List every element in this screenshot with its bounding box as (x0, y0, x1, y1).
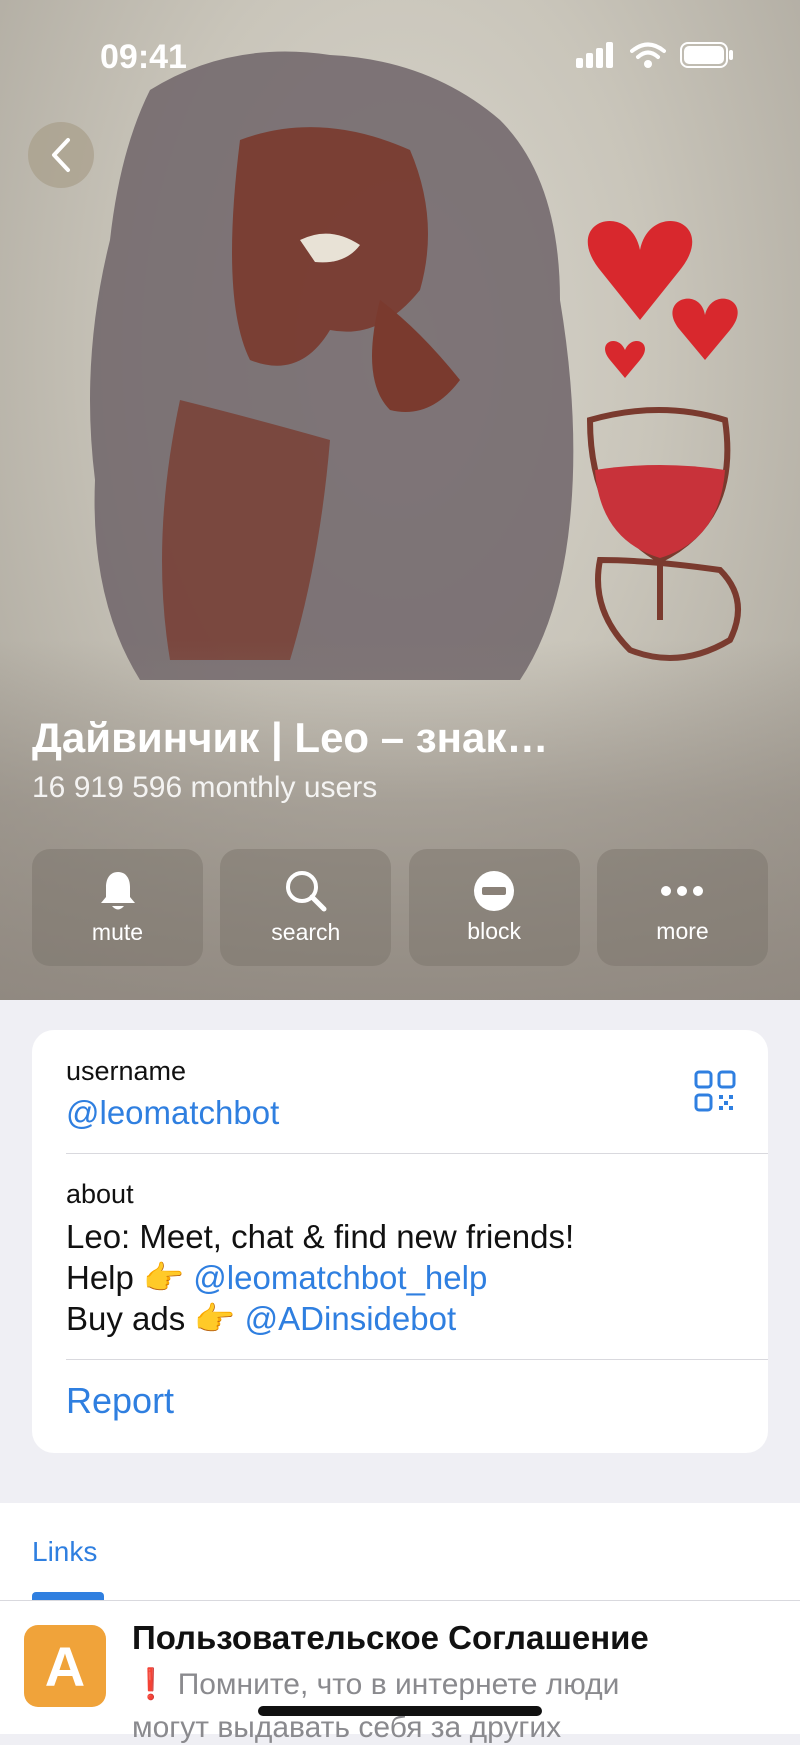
wifi-icon (630, 42, 666, 68)
tab-indicator (32, 1592, 104, 1600)
tab-links[interactable]: Links (32, 1536, 97, 1568)
profile-header: 09:41 Дайвинчик | Leo – знак… 16 919 596… (0, 0, 800, 1000)
status-time: 09:41 (100, 38, 187, 76)
help-bot-link[interactable]: @leomatchbot_help (193, 1259, 487, 1296)
divider (66, 1359, 768, 1360)
qr-code-button[interactable] (694, 1070, 736, 1117)
divider (0, 1600, 800, 1601)
username-label: username (66, 1056, 187, 1086)
link-item-desc: ❗ Помните, что в интернете люди (132, 1668, 620, 1701)
home-indicator (258, 1706, 542, 1716)
more-button[interactable]: more (596, 849, 768, 966)
status-icons (576, 42, 734, 68)
battery-icon (680, 42, 733, 68)
block-icon (474, 871, 515, 911)
about-help-prefix: Help 👉 (66, 1259, 194, 1296)
link-item-desc-2: могут выдавать себя за других (132, 1711, 562, 1744)
link-item-icon: A (24, 1625, 106, 1707)
about-line-3: Buy ads 👉 @ADinsidebot (66, 1300, 456, 1339)
report-button[interactable]: Report (66, 1380, 174, 1422)
block-label: block (467, 918, 521, 944)
chevron-left-icon (52, 138, 70, 172)
ads-bot-link[interactable]: @ADinsidebot (245, 1300, 456, 1337)
profile-title: Дайвинчик | Leo – знак… (32, 714, 549, 761)
username-link[interactable]: @leomatchbot (66, 1094, 279, 1132)
action-bar: mute search block more (32, 849, 768, 966)
more-label: more (656, 918, 709, 944)
back-button[interactable] (28, 122, 94, 188)
signal-icon (576, 42, 613, 68)
info-card: username @leomatchbot about Leo: Meet, c… (32, 1030, 768, 1453)
search-label: search (271, 919, 341, 945)
about-line-2: Help 👉 @leomatchbot_help (66, 1259, 487, 1298)
search-button[interactable]: search (220, 849, 392, 966)
more-icon (661, 886, 704, 896)
about-line-1: Leo: Meet, chat & find new friends! (66, 1218, 575, 1255)
about-label: about (66, 1179, 134, 1209)
search-icon (285, 871, 327, 912)
mute-button[interactable]: mute (32, 849, 203, 966)
status-bar: 09:41 (0, 0, 800, 110)
link-item-title[interactable]: Пользовательское Соглашение (132, 1619, 649, 1657)
about-ads-prefix: Buy ads 👉 (66, 1300, 245, 1337)
bell-icon (100, 872, 135, 910)
qr-code-icon (694, 1070, 736, 1112)
block-button[interactable]: block (408, 849, 580, 966)
profile-subtitle: 16 919 596 monthly users (32, 771, 378, 804)
divider (66, 1153, 768, 1154)
mute-label: mute (91, 919, 144, 945)
